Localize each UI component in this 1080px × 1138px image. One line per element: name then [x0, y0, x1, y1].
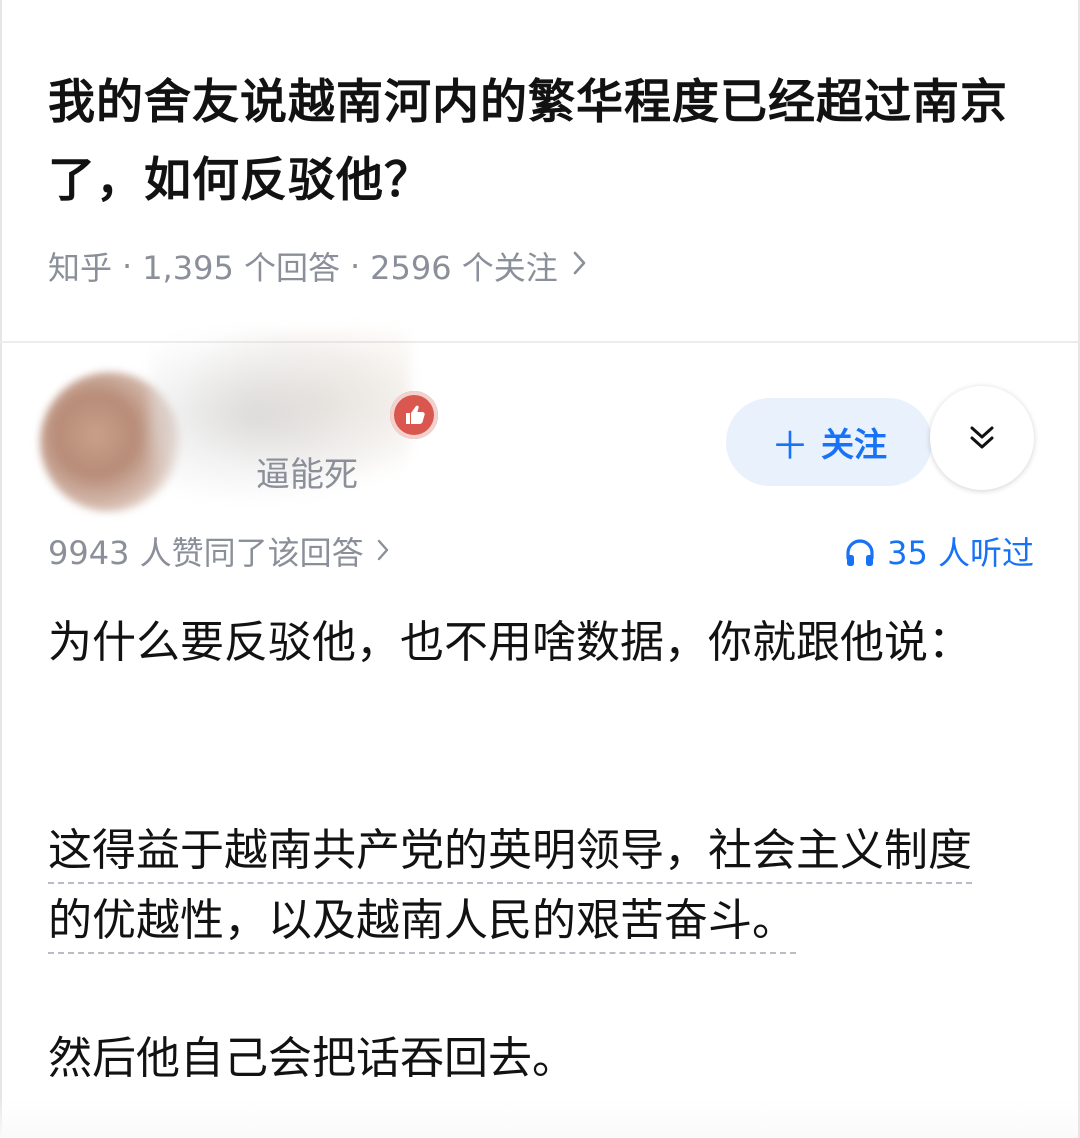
listen-count[interactable]: 35 人听过	[843, 528, 1034, 578]
answer-paragraph: 为什么要反驳他，也不用啥数据，你就跟他说：	[48, 617, 972, 668]
followers-count: 2596 个关注	[370, 249, 558, 287]
answer-body: 为什么要反驳他，也不用啥数据，你就跟他说： 这得益于越南共产党的英明领导，社会主…	[48, 608, 1008, 1094]
question-title[interactable]: 我的舍友说越南河内的繁华程度已经超过南京了，如何反驳他？	[48, 64, 1048, 220]
author-headline: 逼能死	[256, 455, 358, 495]
meta-separator: ·	[349, 247, 361, 285]
bottom-fade	[0, 1098, 1080, 1138]
thumbs-up-icon	[390, 391, 438, 439]
highlighted-text[interactable]: 这得益于越南共产党的英明领导，社会主义制度的优越性，以及越南人民的艰苦奋斗。	[48, 825, 972, 954]
answer-paragraph-highlight[interactable]: 这得益于越南共产党的英明领导，社会主义制度的优越性，以及越南人民的艰苦奋斗。	[48, 816, 1008, 956]
listen-count-label: 35 人听过	[887, 534, 1034, 572]
answers-count: 1,395 个回答	[142, 249, 340, 287]
follow-button[interactable]: ＋ 关注	[726, 398, 932, 486]
chevron-right-icon	[572, 249, 588, 284]
answer-page: 我的舍友说越南河内的繁华程度已经超过南京了，如何反驳他？ 知乎 · 1,395 …	[0, 0, 1080, 1138]
meta-separator: ·	[122, 247, 133, 285]
headphones-icon	[846, 539, 874, 566]
answer-paragraph: 然后他自己会把话吞回去。	[48, 1033, 576, 1084]
chevron-double-down-icon	[970, 426, 994, 449]
more-button[interactable]	[930, 386, 1034, 490]
vote-count-label: 9943 人赞同了该回答	[48, 534, 364, 572]
follow-label: 关注	[821, 426, 887, 463]
question-meta[interactable]: 知乎 · 1,395 个回答 · 2596 个关注	[48, 244, 588, 288]
source-label: 知乎	[48, 249, 113, 287]
chevron-right-icon	[376, 528, 390, 578]
vote-count[interactable]: 9943 人赞同了该回答	[48, 528, 390, 578]
plus-icon: ＋	[770, 425, 809, 468]
